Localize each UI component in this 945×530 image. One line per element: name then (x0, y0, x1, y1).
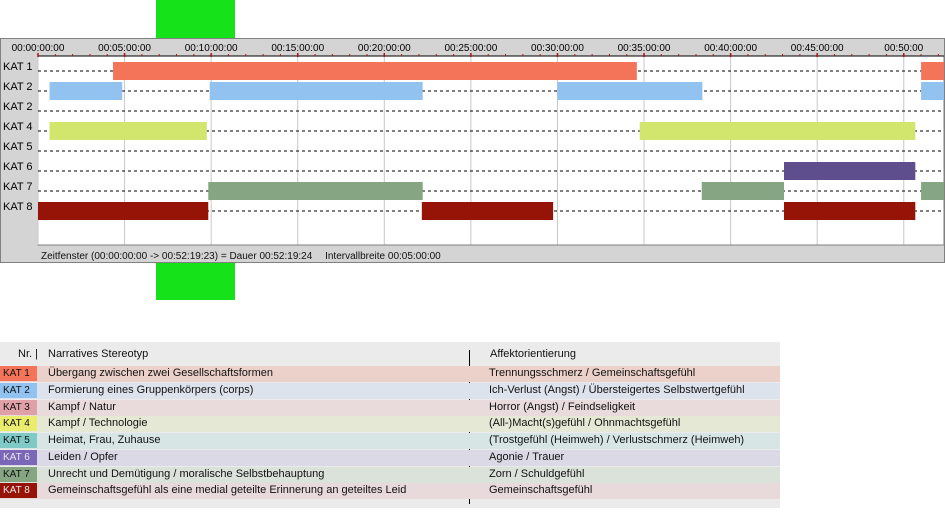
tick-label: 00:00:00:00 (12, 43, 65, 54)
stereotyp-text: Formierung eines Gruppenkörpers (corps) (48, 383, 254, 396)
legend-row: KAT 7 Unrecht und Demütigung / moralische… (0, 466, 780, 483)
interval-bar (921, 182, 944, 200)
playhead-marker-bottom (156, 263, 235, 300)
legend-row: KAT 3 Kampf / Natur Horror (Angst) / Feind… (0, 399, 780, 416)
timeline-chart: 00:00:00:00 00:05:00:00 00:10:00:00 00:15:0… (3, 43, 944, 246)
category-badge: KAT 2 (0, 382, 37, 398)
category-badge: KAT 8 (0, 483, 37, 499)
affekt-text: Gemeinschaftsgefühl (489, 484, 593, 497)
playhead-marker-top (156, 0, 235, 38)
tick-label: 00:05:00:00 (98, 43, 151, 54)
interval-bar (557, 82, 703, 100)
category-badge: KAT 3 (0, 399, 37, 415)
interval-bar (38, 202, 209, 220)
stereotyp-text: Übergang zwischen zwei Gesellschaftsform… (48, 367, 273, 379)
zeitfenster-text: Zeitfenster (00:00:00:00 -> 00:52:19:23)… (41, 251, 313, 262)
header-affekt: Affektorientierung (490, 348, 577, 360)
interval-bar (701, 182, 785, 200)
row-label: KAT 2 (3, 81, 33, 93)
interval-bar (921, 82, 944, 100)
tick-label: 00:35:00:00 (618, 43, 671, 54)
affekt-text: (Trostgefühl (Heimweh) / Verlustschmerz … (489, 434, 745, 446)
header-nr: Nr. | (18, 348, 38, 360)
stereotyp-text: Unrecht und Demütigung / moralische Selb… (48, 467, 325, 480)
legend-row: KAT 2 Formierung eines Gruppenkörpers (co… (0, 382, 780, 399)
legend-row: KAT 8 Gemeinschaftsgefühl als eine medial… (0, 483, 780, 500)
affekt-text: Horror (Angst) / Feindseligkeit (489, 400, 636, 413)
status-bar: Zeitfenster (00:00:00:00 -> 00:52:19:23)… (41, 251, 451, 262)
interval-bar (921, 62, 944, 80)
interval-bar (209, 82, 423, 100)
timeline-panel: 00:00:00:00 00:05:00:00 00:10:00:00 00:15:0… (0, 38, 945, 263)
tick-label: 00:10:00:00 (185, 43, 238, 54)
affekt-text: Trennungsschmerz / Gemeinschaftsgefühl (489, 367, 696, 379)
tick-label: 00:15:00:00 (271, 43, 324, 54)
affekt-text: Zorn / Schuldgefühl (489, 467, 585, 480)
row-label: KAT 4 (3, 121, 33, 133)
category-badge: KAT 6 (0, 449, 37, 465)
interval-bar (421, 202, 554, 220)
affekt-text: Agonie / Trauer (489, 450, 565, 463)
tick-label: 00:25:00:00 (444, 43, 497, 54)
category-badge: KAT 1 (0, 366, 37, 381)
legend-header: Nr. | Narratives Stereotyp Affektorienti… (0, 342, 780, 366)
legend-row: KAT 4 Kampf / Technologie (All-)Macht(s)ge… (0, 416, 780, 433)
legend-row: KAT 6 Leiden / Opfer Agonie / Trauer (0, 449, 780, 466)
stereotyp-text: Kampf / Natur (48, 400, 116, 413)
affekt-text: Ich-Verlust (Angst) / Übersteigertes Sel… (489, 383, 745, 396)
legend-row: KAT 1 Übergang zwischen zwei Gesellschaft… (0, 366, 780, 382)
row-label: KAT 2 (3, 101, 33, 113)
category-badge: KAT 5 (0, 433, 37, 448)
row-label: KAT 8 (3, 201, 33, 213)
interval-bar (49, 122, 207, 140)
tick-label: 00:40:00:00 (704, 43, 757, 54)
interval-bar (784, 162, 916, 180)
legend-row: KAT 5 Heimat, Frau, Zuhause (Trostgefühl (… (0, 433, 780, 449)
tick-label: 00:20:00:00 (358, 43, 411, 54)
tick-label: 00:45:00:00 (791, 43, 844, 54)
interval-bar (208, 182, 423, 200)
interval-bar (784, 202, 916, 220)
category-badge: KAT 4 (0, 416, 37, 432)
intervallbreite-text: Intervallbreite 00:05:00:00 (325, 251, 441, 262)
interval-bar (49, 82, 123, 100)
affekt-text: (All-)Macht(s)gefühl / Ohnmachtsgefühl (489, 417, 681, 430)
interval-bar (113, 62, 637, 80)
tick-label: 00:30:00:00 (531, 43, 584, 54)
stereotyp-text: Kampf / Technologie (48, 417, 148, 430)
stereotyp-text: Heimat, Frau, Zuhause (48, 434, 161, 446)
stereotyp-text: Leiden / Opfer (48, 450, 118, 463)
row-label: KAT 5 (3, 141, 33, 153)
row-label: KAT 7 (3, 181, 33, 193)
row-label: KAT 6 (3, 161, 33, 173)
legend-table: Nr. | Narratives Stereotyp Affektorienti… (0, 342, 780, 508)
tick-label: 00:50:00 (884, 43, 923, 54)
interval-bar (639, 122, 916, 140)
stereotyp-text: Gemeinschaftsgefühl als eine medial gete… (48, 484, 407, 497)
category-badge: KAT 7 (0, 466, 37, 482)
header-stereotyp: Narratives Stereotyp (48, 348, 149, 360)
row-label: KAT 1 (3, 61, 33, 73)
